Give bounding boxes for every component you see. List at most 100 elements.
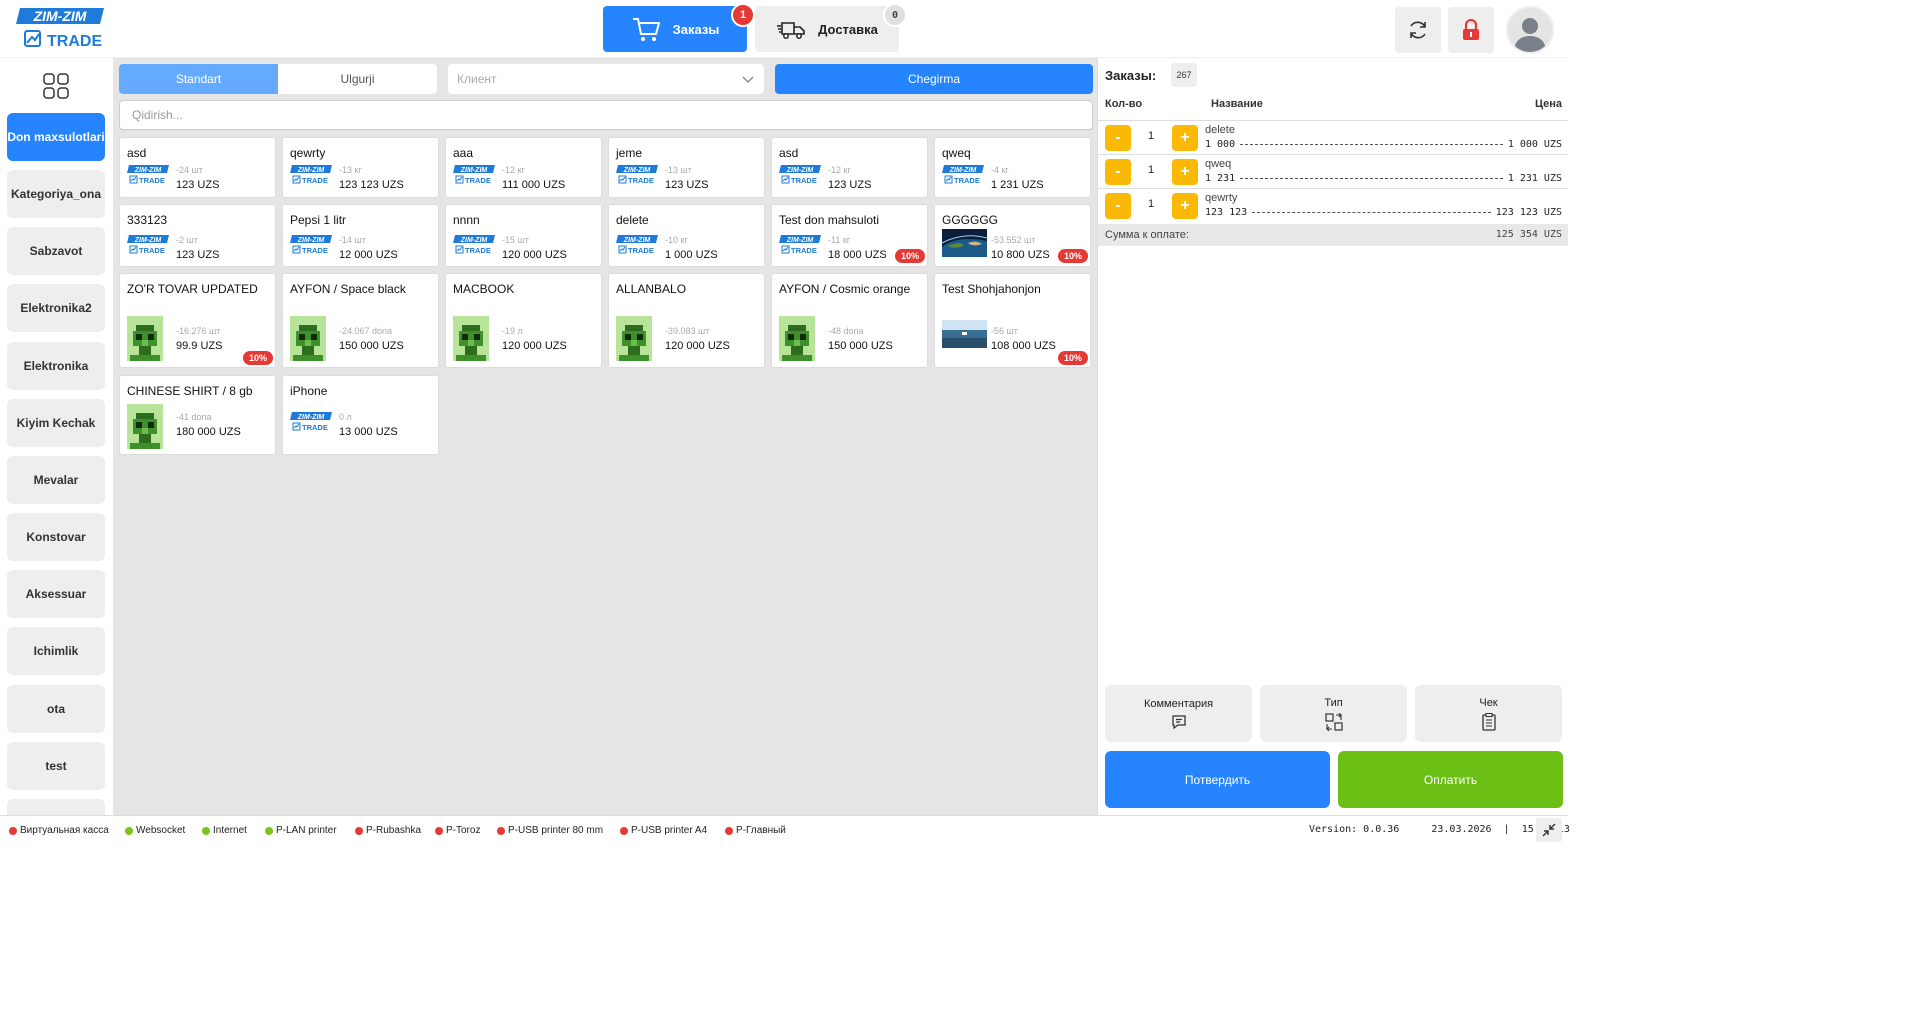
pixel-avatar-image bbox=[779, 316, 815, 361]
search-input[interactable] bbox=[119, 100, 1093, 130]
product-card[interactable]: AYFON / Space black -24.067 dona 150 000 U… bbox=[282, 273, 439, 368]
product-card[interactable]: CHINESE SHIRT / 8 gb -41 dona 180 000 UZS bbox=[119, 375, 276, 455]
product-price: 12 000 UZS bbox=[339, 249, 398, 261]
category-item[interactable]: test bbox=[7, 742, 105, 790]
svg-text:TRADE: TRADE bbox=[465, 176, 491, 185]
product-card[interactable]: qweq ZIM-ZIM TRADE -4 кг 1 231 UZS bbox=[934, 137, 1091, 198]
product-thumb: ZIM-ZIM TRADE bbox=[290, 235, 332, 260]
category-item[interactable]: Konstovar bbox=[7, 513, 105, 561]
product-card[interactable]: delete ZIM-ZIM TRADE -10 кг 1 000 UZS bbox=[608, 204, 765, 267]
svg-text:TRADE: TRADE bbox=[791, 246, 817, 255]
orders-title: Заказы: bbox=[1105, 68, 1157, 83]
product-card[interactable]: aaa ZIM-ZIM TRADE -12 кг 111 000 UZS bbox=[445, 137, 602, 198]
category-item[interactable]: ota bbox=[7, 685, 105, 733]
product-card[interactable]: iPhone ZIM-ZIM TRADE 0 л 13 000 UZS bbox=[282, 375, 439, 455]
pay-button[interactable]: Оплатить bbox=[1338, 751, 1563, 808]
date-text: 23.03.2026 bbox=[1431, 824, 1492, 835]
product-price: 111 000 UZS bbox=[502, 179, 566, 191]
category-item[interactable]: Sabzavot bbox=[7, 227, 105, 275]
qty-value[interactable]: 1 bbox=[1141, 130, 1161, 142]
status-indicator: Websocket bbox=[125, 825, 185, 836]
product-thumb: ZIM-ZIM TRADE bbox=[779, 235, 821, 260]
qty-decrease-button[interactable]: - bbox=[1105, 193, 1131, 219]
product-card[interactable]: asd ZIM-ZIM TRADE -24 шт 123 UZS bbox=[119, 137, 276, 198]
qty-value[interactable]: 1 bbox=[1141, 198, 1161, 210]
category-item[interactable]: Ichimlik bbox=[7, 627, 105, 675]
dotted-leader bbox=[1240, 144, 1503, 145]
product-stock: -56 шт bbox=[991, 326, 1018, 336]
comment-button[interactable]: Комментария bbox=[1105, 685, 1252, 742]
tab-delivery[interactable]: Доставка 0 bbox=[755, 3, 907, 52]
category-item-partial[interactable] bbox=[7, 799, 105, 815]
discount-badge: 10% bbox=[895, 249, 925, 263]
product-thumb: ZIM-ZIM TRADE bbox=[616, 165, 658, 190]
product-thumb bbox=[942, 320, 987, 353]
category-item[interactable]: Elektronika bbox=[7, 342, 105, 390]
product-card[interactable]: ZO'R TOVAR UPDATED -16.276 шт 99.9 UZS 10% bbox=[119, 273, 276, 368]
qty-decrease-button[interactable]: - bbox=[1105, 125, 1131, 151]
product-name: jeme bbox=[616, 146, 643, 160]
status-indicator: P-Toroz bbox=[435, 825, 480, 836]
lock-button[interactable] bbox=[1448, 7, 1494, 53]
qty-increase-button[interactable]: + bbox=[1172, 193, 1198, 219]
check-button[interactable]: Чек bbox=[1415, 685, 1562, 742]
category-item[interactable]: Kiyim Kechak bbox=[7, 399, 105, 447]
product-card[interactable]: 333123 ZIM-ZIM TRADE -2 шт 123 UZS bbox=[119, 204, 276, 267]
status-label: P-Toroz bbox=[446, 825, 481, 836]
user-avatar[interactable] bbox=[1506, 6, 1554, 54]
status-dot bbox=[355, 826, 363, 835]
product-card[interactable]: asd ZIM-ZIM TRADE -12 кг 123 UZS bbox=[771, 137, 928, 198]
price-ulgurji-button[interactable]: Ulgurji bbox=[278, 64, 437, 94]
product-thumb: ZIM-ZIM TRADE bbox=[942, 165, 984, 190]
category-item[interactable]: Kategoriya_ona bbox=[7, 170, 105, 218]
qty-increase-button[interactable]: + bbox=[1172, 159, 1198, 185]
exit-fullscreen-button[interactable] bbox=[1536, 818, 1562, 842]
order-item-prices: 123 123 123 123 UZS bbox=[1205, 207, 1562, 218]
product-card[interactable]: ALLANBALO -39.083 шт 120 000 UZS bbox=[608, 273, 765, 368]
product-stock: -39.083 шт bbox=[665, 326, 710, 336]
product-card[interactable]: Test Shohjahonjon -56 шт 108 000 UZS 10% bbox=[934, 273, 1091, 368]
client-select[interactable]: Клиент bbox=[448, 64, 764, 94]
svg-text:TRADE: TRADE bbox=[302, 246, 328, 255]
product-card[interactable]: MACBOOK -19 л 120 000 UZS bbox=[445, 273, 602, 368]
product-name: qweq bbox=[942, 146, 971, 160]
product-stock: -15 шт bbox=[502, 235, 529, 245]
confirm-button[interactable]: Потвердить bbox=[1105, 751, 1330, 808]
discount-button[interactable]: Chegirma bbox=[775, 64, 1093, 94]
product-card[interactable]: Test don mahsuloti ZIM-ZIM TRADE -11 кг 18 0… bbox=[771, 204, 928, 267]
qty-increase-button[interactable]: + bbox=[1172, 125, 1198, 151]
product-card[interactable]: jeme ZIM-ZIM TRADE -13 шт 123 UZS bbox=[608, 137, 765, 198]
status-label: Websocket bbox=[136, 825, 186, 836]
collapse-icon bbox=[1542, 823, 1556, 837]
category-item[interactable]: Mevalar bbox=[7, 456, 105, 504]
product-card[interactable]: Pepsi 1 litr ZIM-ZIM TRADE -14 шт 12 000 UZS bbox=[282, 204, 439, 267]
status-indicator: P-USB printer 80 mm bbox=[497, 825, 603, 836]
product-thumb bbox=[127, 316, 169, 366]
qty-value[interactable]: 1 bbox=[1141, 164, 1161, 176]
product-card[interactable]: qewrty ZIM-ZIM TRADE -13 кг 123 123 UZS bbox=[282, 137, 439, 198]
total-label: Сумма к оплате: bbox=[1105, 229, 1189, 241]
product-card[interactable]: GGGGGG -53.552 шт 10 800 UZS 10% bbox=[934, 204, 1091, 267]
category-item[interactable]: Elektronika2 bbox=[7, 284, 105, 332]
pixel-avatar-image bbox=[453, 316, 489, 361]
qty-decrease-button[interactable]: - bbox=[1105, 159, 1131, 185]
app-logo[interactable]: ZIM-ZIM TRADE bbox=[16, 6, 108, 50]
tab-orders[interactable]: Заказы 1 bbox=[603, 3, 755, 52]
order-item-prices: 1 231 1 231 UZS bbox=[1205, 173, 1562, 184]
product-card[interactable]: AYFON / Cosmic orange -48 dona 150 000 UZS bbox=[771, 273, 928, 368]
refresh-button[interactable] bbox=[1395, 7, 1441, 53]
svg-text:ZIM-ZIM: ZIM-ZIM bbox=[134, 237, 162, 244]
order-item-total: 1 231 UZS bbox=[1507, 173, 1562, 184]
clipboard-icon bbox=[1481, 712, 1496, 731]
grid-icon[interactable] bbox=[43, 73, 69, 99]
product-card[interactable]: nnnn ZIM-ZIM TRADE -15 шт 120 000 UZS bbox=[445, 204, 602, 267]
price-standart-button[interactable]: Standart bbox=[119, 64, 278, 94]
category-item[interactable]: Aksessuar bbox=[7, 570, 105, 618]
product-thumb: ZIM-ZIM TRADE bbox=[616, 235, 658, 260]
order-item-total: 123 123 UZS bbox=[1495, 207, 1562, 218]
category-item[interactable]: Don maxsulotlari bbox=[7, 113, 105, 161]
product-name: AYFON / Space black bbox=[290, 282, 406, 296]
type-button[interactable]: Тип bbox=[1260, 685, 1407, 742]
dotted-leader bbox=[1252, 212, 1491, 213]
refresh-icon bbox=[1410, 21, 1426, 39]
